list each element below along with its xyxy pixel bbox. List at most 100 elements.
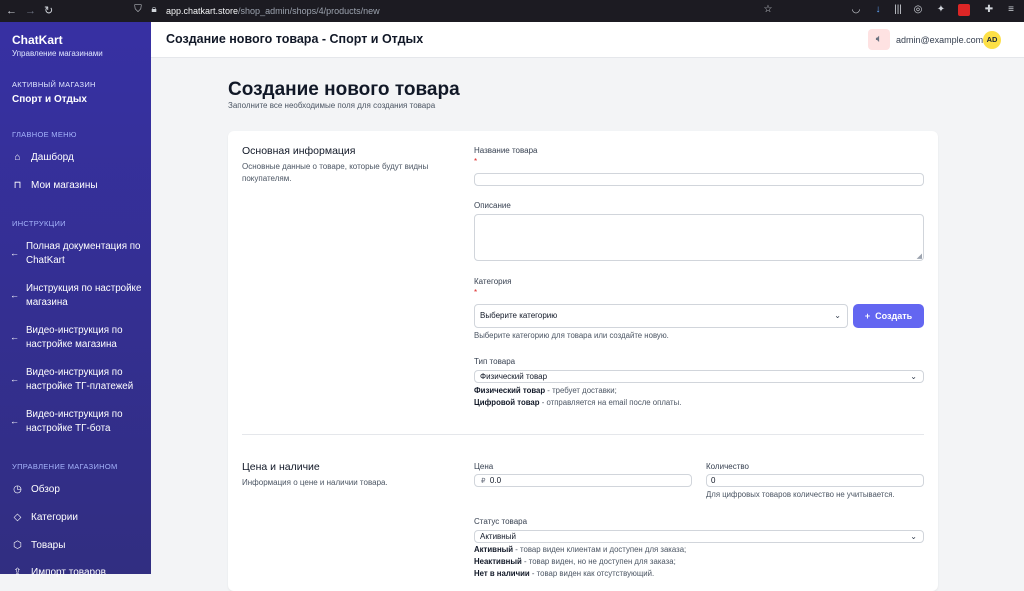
section-divider	[242, 434, 924, 435]
instructions-heading: ИНСТРУКЦИИ	[12, 219, 66, 228]
sidebar-item-label: Категории	[31, 512, 78, 523]
lock-icon[interactable]: 🔒︎	[148, 4, 160, 16]
arrow-left-icon: ←	[10, 289, 19, 300]
sidebar-item-label: Импорт товаров	[31, 567, 106, 578]
category-select[interactable]: Выберите категорию ⌄	[474, 304, 848, 328]
sidebar-item-label: Видео-инструкция по настройке ТГ-платежей	[26, 367, 134, 392]
cube-icon: ⬡	[13, 540, 22, 551]
reload-icon[interactable]: ↻	[44, 4, 53, 18]
extension-red-icon[interactable]	[958, 4, 970, 16]
price-value: 0.0	[489, 476, 502, 485]
create-category-button[interactable]: + Создать	[853, 304, 924, 328]
product-type-select[interactable]: Физический товар ⌄	[474, 370, 924, 383]
price-input[interactable]: ₽ 0.0	[474, 474, 692, 487]
active-shop-name: Спорт и Отдых	[12, 94, 87, 105]
sidebar-item-label: Дашборд	[31, 152, 74, 163]
price-label: Цена	[474, 462, 494, 471]
type-help-line: Физический товар - требует доставки;	[474, 386, 617, 395]
speaker-icon[interactable]: 🔈︎	[868, 29, 890, 50]
menu-icon[interactable]: ≡	[1005, 4, 1017, 16]
sidebar-item-label: Обзор	[31, 484, 60, 495]
chevron-down-icon: ⌄	[834, 311, 841, 320]
category-select-value: Выберите категорию	[480, 311, 558, 320]
shopping-bag-icon: ⊓	[13, 180, 22, 191]
extension-icon[interactable]: ✦	[935, 4, 947, 16]
main-content: Создание нового товара Заполните все нео…	[151, 58, 1024, 591]
resize-handle-icon[interactable]: ◢	[917, 252, 922, 260]
main-menu-heading: ГЛАВНОЕ МЕНЮ	[12, 130, 77, 139]
product-form-card: Основная информация Основные данные о то…	[228, 131, 938, 591]
browser-toolbar: ← → ↻ ⛉ 🔒︎ app.chatkart.store/shop_admin…	[0, 0, 1024, 22]
clock-icon: ◷	[13, 484, 22, 495]
avatar[interactable]: AD	[983, 31, 1001, 49]
sidebar-item-shop-setup-video[interactable]: ← Видео-инструкция по настройке магазина	[10, 324, 144, 351]
sidebar-item-label: Полная документация по ChatKart	[26, 241, 141, 266]
sidebar-item-label: Мои магазины	[31, 180, 98, 191]
description-textarea[interactable]: ◢	[474, 214, 924, 261]
sidebar-item-import-products[interactable]: ⇪ Импорт товаров	[12, 567, 106, 578]
status-help-line: Неактивный - товар виден, но не доступен…	[474, 557, 676, 566]
forward-icon[interactable]: →	[25, 4, 36, 18]
arrow-left-icon: ←	[10, 373, 19, 384]
quantity-label: Количество	[706, 462, 749, 471]
status-help-line: Нет в наличии - товар виден как отсутств…	[474, 569, 655, 578]
user-email[interactable]: admin@example.com	[896, 35, 983, 45]
url-host: app.chatkart.store	[166, 6, 239, 16]
sidebar-item-label: Товары	[31, 540, 66, 551]
back-icon[interactable]: ←	[6, 4, 17, 18]
chevron-down-icon: ⌄	[910, 372, 917, 381]
price-section-title: Цена и наличие	[242, 461, 320, 473]
status-select[interactable]: Активный ⌄	[474, 530, 924, 543]
description-label: Описание	[474, 201, 511, 210]
sidebar-item-tg-payments-video[interactable]: ← Видео-инструкция по настройке ТГ-платеж…	[10, 366, 144, 393]
sidebar-item-tg-bot-video[interactable]: ← Видео-инструкция по настройке ТГ-бота	[10, 408, 144, 435]
status-label: Статус товара	[474, 517, 528, 526]
home-icon: ⌂	[14, 152, 21, 163]
manage-heading: УПРАВЛЕНИЕ МАГАЗИНОМ	[12, 462, 118, 471]
category-label: Категория	[474, 277, 512, 286]
sidebar-item-dashboard[interactable]: ⌂ Дашборд	[12, 152, 74, 163]
header-title: Создание нового товара - Спорт и Отдых	[166, 32, 424, 46]
pocket-icon[interactable]: ◡	[850, 4, 862, 16]
type-label: Тип товара	[474, 357, 516, 366]
required-mark: *	[474, 288, 478, 297]
status-select-value: Активный	[480, 532, 516, 541]
quantity-input[interactable]: 0	[706, 474, 924, 487]
create-button-label: Создать	[875, 311, 913, 321]
sidebar-item-categories[interactable]: ◇ Категории	[12, 512, 78, 523]
type-help: Физический товар - требует доставки; Циф…	[474, 385, 681, 409]
shield-icon[interactable]: ⛉	[132, 4, 144, 16]
category-help: Выберите категорию для товара или создай…	[474, 331, 669, 340]
account-icon[interactable]: ◎	[912, 4, 924, 16]
library-icon[interactable]: |||	[892, 4, 904, 16]
type-help-line: Цифровой товар - отправляется на email п…	[474, 398, 682, 407]
basic-section-desc: Основные данные о товаре, которые будут …	[242, 162, 429, 183]
download-icon[interactable]: ↓	[872, 4, 884, 16]
sidebar-item-my-shops[interactable]: ⊓ Мои магазины	[12, 180, 98, 191]
url-bar[interactable]: app.chatkart.store/shop_admin/shops/4/pr…	[166, 3, 814, 19]
sidebar-item-products[interactable]: ⬡ Товары	[12, 540, 65, 551]
chevron-down-icon: ⌄	[910, 532, 917, 541]
bookmark-star-icon[interactable]: ☆	[762, 4, 774, 16]
tag-icon: ◇	[13, 512, 22, 523]
price-section-desc: Информация о цене и наличии товара.	[242, 478, 388, 487]
sidebar-item-overview[interactable]: ◷ Обзор	[12, 484, 60, 495]
currency-symbol: ₽	[481, 478, 486, 485]
plus-icon: +	[864, 311, 871, 321]
sidebar-item-shop-setup-guide[interactable]: ← Инструкция по настройке магазина	[10, 282, 144, 309]
sidebar-item-label: Видео-инструкция по настройке ТГ-бота	[26, 409, 123, 434]
page-title: Создание нового товара	[228, 79, 460, 100]
page-subtitle: Заполните все необходимые поля для созда…	[228, 101, 436, 110]
url-path: /shop_admin/shops/4/products/new	[238, 6, 380, 16]
status-help-line: Активный - товар виден клиентам и доступ…	[474, 545, 687, 554]
quantity-help: Для цифровых товаров количество не учиты…	[706, 490, 895, 499]
extensions-puzzle-icon[interactable]: ✚	[983, 4, 995, 16]
arrow-left-icon: ←	[10, 247, 19, 258]
type-select-value: Физический товар	[480, 372, 548, 381]
product-name-input[interactable]	[474, 173, 924, 186]
brand-name[interactable]: ChatKart	[12, 33, 63, 47]
top-header: Создание нового товара - Спорт и Отдых 🔈…	[151, 22, 1024, 58]
arrow-left-icon: ←	[10, 415, 19, 426]
sidebar-item-full-docs[interactable]: ← Полная документация по ChatKart	[10, 240, 144, 267]
sidebar-item-label: Видео-инструкция по настройке магазина	[26, 325, 123, 350]
